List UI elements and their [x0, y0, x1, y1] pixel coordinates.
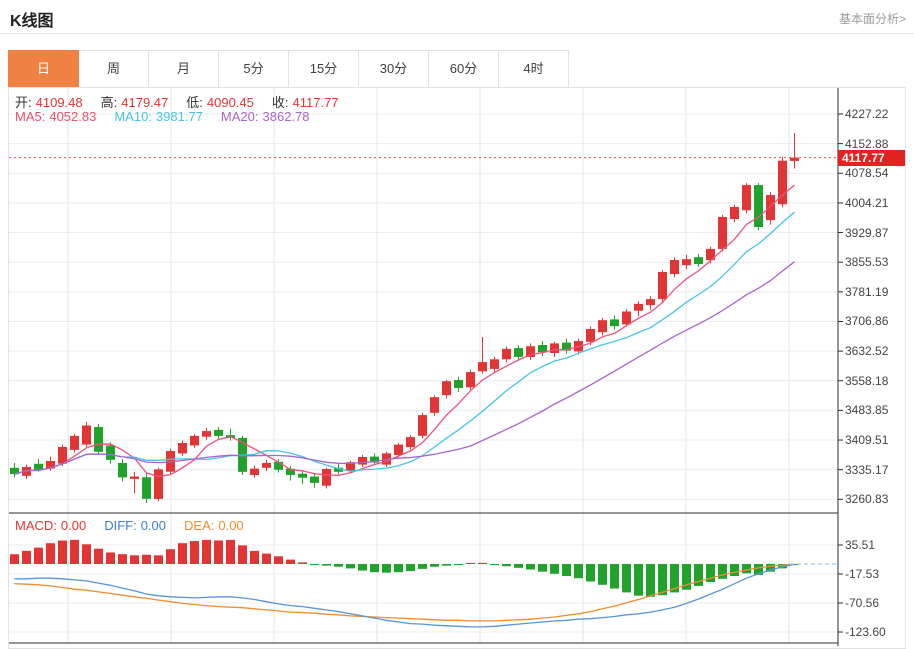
macd-axis-label: -70.56: [845, 595, 880, 610]
legend-item: MA5: 4052.83: [15, 109, 97, 124]
tab-4时[interactable]: 4时: [499, 50, 569, 88]
macd-axis-label: -123.60: [845, 624, 886, 639]
price-axis-label: 4078.54: [845, 166, 889, 181]
legend-item: MA10: 3981.77: [114, 109, 203, 124]
legend-item: DIFF: 0.00: [104, 518, 167, 533]
legend-item: MA20: 3862.78: [220, 109, 310, 124]
price-axis-label: 3558.18: [845, 373, 889, 388]
legend-item: MACD: 0.00: [15, 518, 87, 533]
price-axis-label: 3483.85: [845, 403, 889, 418]
tab-月[interactable]: 月: [149, 50, 219, 88]
price-axis-label: 3409.51: [845, 433, 889, 448]
legend-item: 收: 4117.77: [271, 95, 339, 110]
kline-chart-area[interactable]: 开: 4109.48 高: 4179.47 低: 4090.45 收: 4117.77 MA5…: [8, 87, 906, 649]
price-axis-label: 3855.53: [845, 255, 889, 270]
tab-日[interactable]: 日: [8, 50, 79, 88]
macd-axis-label: 35.51: [845, 537, 876, 552]
price-axis-label: 4004.21: [845, 195, 889, 210]
tab-周[interactable]: 周: [79, 50, 149, 88]
fundamental-analysis-link[interactable]: 基本面分析>: [839, 10, 906, 27]
page-title: K线图: [10, 13, 54, 30]
legend-item: 开: 4109.48: [15, 95, 83, 110]
legend-item: 低: 4090.45: [186, 95, 254, 110]
macd-axis-label: -17.53: [845, 566, 880, 581]
last-price-badge: 4117.77: [838, 149, 905, 166]
price-axis-label: 4227.22: [845, 107, 889, 121]
tab-60分[interactable]: 60分: [429, 50, 499, 88]
interval-tab-bar: 日周月 5分 15分 30分 60分 4时: [8, 50, 569, 88]
page-header: K线图 基本面分析>: [0, 0, 914, 34]
tab-5分[interactable]: 5分: [219, 50, 289, 88]
tab-30分[interactable]: 30分: [359, 50, 429, 88]
legend-item: DEA: 0.00: [184, 518, 244, 533]
kline-chart-canvas[interactable]: [9, 88, 905, 646]
ma-legend: MA5: 4052.83 MA10: 3981.77 MA20: 3862.78: [15, 109, 328, 124]
price-axis-label: 3335.17: [845, 462, 889, 477]
legend-item: 高: 4179.47: [100, 95, 169, 110]
price-axis-label: 4152.88: [845, 136, 889, 151]
price-axis-label: 3781.19: [845, 284, 889, 299]
price-axis-label: 3632.52: [845, 344, 889, 359]
price-axis-label: 3260.83: [845, 492, 889, 507]
tab-15分[interactable]: 15分: [289, 50, 359, 88]
price-axis-label: 3929.87: [845, 225, 889, 240]
price-axis-label: 3706.86: [845, 314, 889, 329]
macd-legend: MACD: 0.00 DIFF: 0.00 DEA: 0.00: [15, 518, 262, 533]
